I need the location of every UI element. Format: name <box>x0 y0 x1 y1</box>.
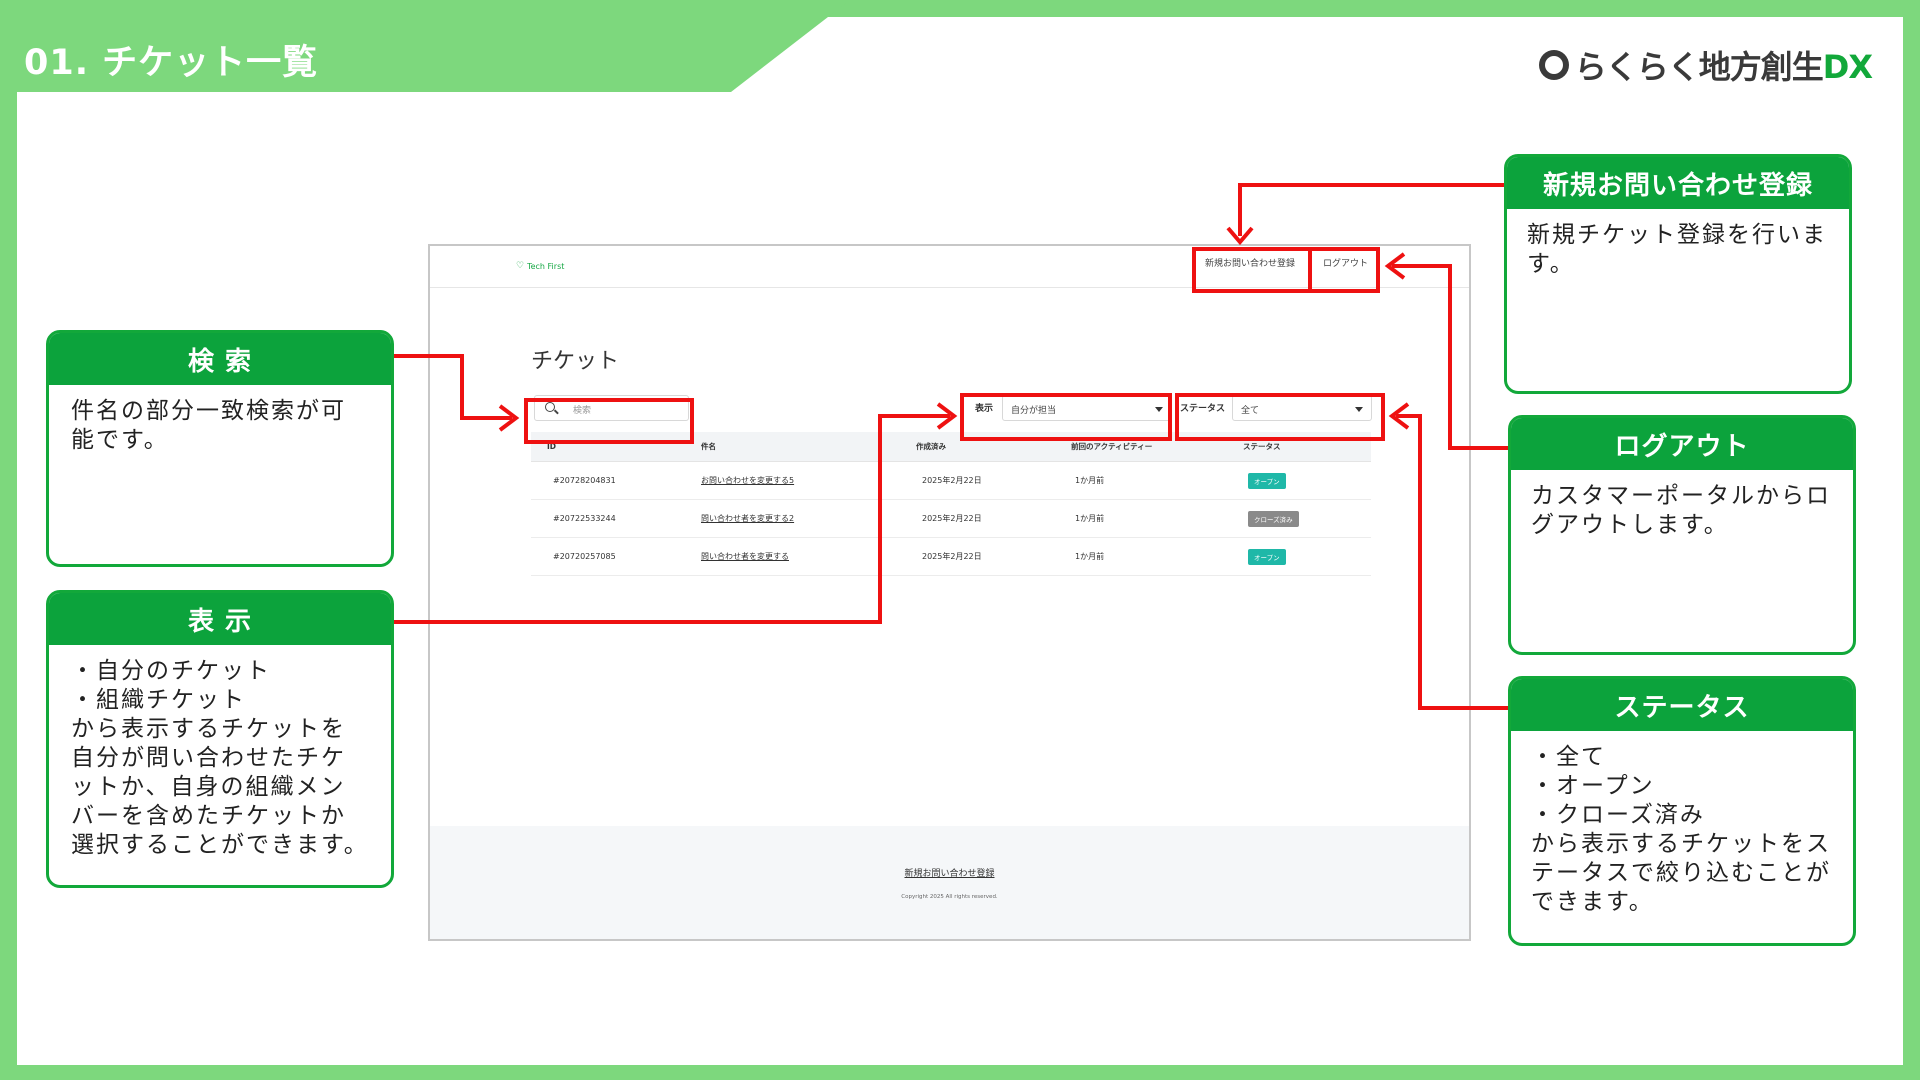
table-row[interactable]: #20728204831 お問い合わせを変更する5 2025年2月22日 1か月… <box>531 462 1371 500</box>
ticket-heading: チケット <box>531 349 620 374</box>
callout-new-inquiry-body: 新規チケット登録を行います。 <box>1527 222 1827 277</box>
ticket-subject-link[interactable]: 問い合わせ者を変更する <box>701 538 916 575</box>
company-logo: らくらく地方創生DX <box>1538 42 1873 88</box>
ticket-subject[interactable]: 問い合わせ者を変更する2 <box>701 513 794 524</box>
callout-logout: ログアウト カスタマーポータルからログアウトします。 <box>1508 415 1856 655</box>
logo-text: らくらく地方創生DX <box>1574 42 1873 88</box>
ticket-subject-link[interactable]: 問い合わせ者を変更する2 <box>701 500 916 537</box>
logo-mark-icon <box>1538 50 1569 80</box>
callout-status: ステータス ・全て ・オープン ・クローズ済み から表示するチケットをステータス… <box>1508 676 1856 946</box>
ticket-created: 2025年2月22日 <box>922 514 982 523</box>
callout-search-title: 検 索 <box>49 333 391 385</box>
status-badge: クローズ済み <box>1248 510 1299 527</box>
callout-view-body: ・自分のチケット ・組織チケット から表示するチケットを自分が問い合わせたチケッ… <box>71 658 369 858</box>
highlight-status-filter <box>1175 393 1385 441</box>
ticket-status-cell: オープン <box>1243 462 1371 499</box>
logo-prefix: らくらく地方創生 <box>1574 48 1824 86</box>
ticket-activity: 1か月前 <box>1075 476 1105 485</box>
highlight-new-inquiry <box>1192 247 1312 293</box>
callout-view: 表 示 ・自分のチケット ・組織チケット から表示するチケットを自分が問い合わせ… <box>46 590 394 888</box>
ticket-id: #20722533244 <box>553 514 616 523</box>
ticket-created: 2025年2月22日 <box>922 552 982 561</box>
ticket-activity: 1か月前 <box>1075 514 1105 523</box>
callout-logout-body: カスタマーポータルからログアウトします。 <box>1531 483 1831 538</box>
footer-copyright: Copyright 2025 All rights reserved. <box>901 894 998 900</box>
ticket-status-cell: オープン <box>1243 538 1371 575</box>
table-row[interactable]: #20720257085 問い合わせ者を変更する 2025年2月22日 1か月前… <box>531 538 1371 576</box>
ticket-status-cell: クローズ済み <box>1243 500 1371 537</box>
brand-name: Tech First <box>527 261 565 271</box>
heart-icon: ♡ <box>516 261 525 271</box>
highlight-view-filter <box>960 393 1172 441</box>
callout-search: 検 索 件名の部分一致検索が可能です。 <box>46 330 394 567</box>
highlight-logout <box>1308 247 1380 293</box>
ticket-subject[interactable]: お問い合わせを変更する5 <box>701 475 794 486</box>
callout-logout-title: ログアウト <box>1511 418 1853 470</box>
header-subject[interactable]: 件名 <box>701 432 916 461</box>
callout-status-body: ・全て ・オープン ・クローズ済み から表示するチケットをステータスで絞り込むこ… <box>1531 744 1831 915</box>
ticket-subject-link[interactable]: お問い合わせを変更する5 <box>701 462 916 499</box>
portal-screenshot: ♡ Tech First 新規お問い合わせ登録 ログアウト チケット 検索 表示 … <box>428 244 1471 941</box>
portal-main: チケット 検索 表示 自分が担当 ステータス 全て ID 件名 作成済み 前回の… <box>430 288 1469 873</box>
ticket-id: #20728204831 <box>553 476 616 485</box>
highlight-search <box>524 398 694 444</box>
slide-header: 01. チケット一覧 らくらく地方創生DX <box>0 0 1920 92</box>
table-row[interactable]: #20722533244 問い合わせ者を変更する2 2025年2月22日 1か月… <box>531 500 1371 538</box>
callout-search-body: 件名の部分一致検索が可能です。 <box>71 398 346 453</box>
ticket-activity: 1か月前 <box>1075 552 1105 561</box>
footer-new-inquiry-link[interactable]: 新規お問い合わせ登録 <box>430 866 1469 879</box>
portal-footer: 新規お問い合わせ登録 Copyright 2025 All rights res… <box>430 826 1469 939</box>
ticket-id: #20720257085 <box>553 552 616 561</box>
callout-view-title: 表 示 <box>49 593 391 645</box>
portal-brand[interactable]: ♡ Tech First <box>516 261 564 271</box>
callout-new-inquiry-title: 新規お問い合わせ登録 <box>1507 157 1849 209</box>
status-badge: オープン <box>1248 548 1286 565</box>
status-badge: オープン <box>1248 472 1286 489</box>
logo-suffix: DX <box>1822 48 1873 86</box>
ticket-created: 2025年2月22日 <box>922 476 982 485</box>
ticket-subject[interactable]: 問い合わせ者を変更する <box>701 551 789 562</box>
callout-status-title: ステータス <box>1511 679 1853 731</box>
page-title: 01. チケット一覧 <box>24 43 319 83</box>
ticket-table: ID 件名 作成済み 前回のアクティビティー ステータス #2072820483… <box>531 432 1371 576</box>
callout-new-inquiry: 新規お問い合わせ登録 新規チケット登録を行います。 <box>1504 154 1852 394</box>
